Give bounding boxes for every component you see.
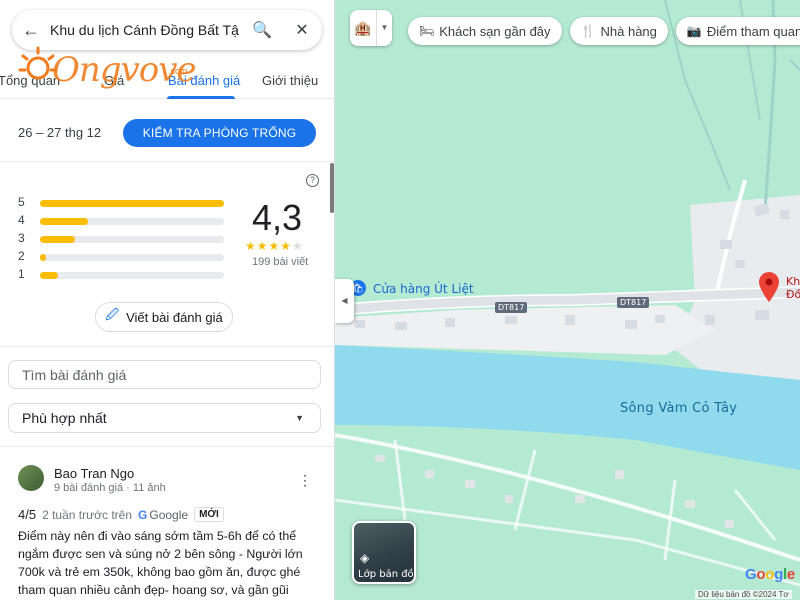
rating-bar-fill [40,200,224,207]
chip-label: Nhà hàng [600,23,657,39]
review-count[interactable]: 199 bài viết [252,256,308,268]
check-availability-button[interactable]: KIỂM TRA PHÒNG TRỐNG [123,119,316,147]
dropdown-arrow-icon: ▼ [295,413,304,423]
tab-about[interactable]: Giới thiệu [262,73,318,88]
rating-bar-label: 1 [18,267,25,281]
bed-icon: 🛏 [419,24,435,38]
write-review-label: Viết bài đánh giá [126,309,223,325]
review-rating-line: 4/5 2 tuần trước trên G Google MỚI [18,507,224,522]
rating-bar-4[interactable]: 4 [18,213,228,227]
category-chips: 🛏 Khách sạn gần đây 🍴 Nhà hàng 📷 Điểm th… [408,17,800,45]
search-icon[interactable]: 🔍 [242,20,282,40]
divider [0,446,334,447]
rating-bar-fill [40,254,46,261]
star-rating-icon: ★★★★★ [245,239,304,253]
road-badge: DT817 [617,297,650,308]
write-review-button[interactable]: 🖉 Viết bài đánh giá [95,302,233,332]
rating-bar-label: 3 [18,231,25,245]
hotel-icon[interactable]: 🏨 [350,20,376,37]
google-g-icon: G [138,507,148,522]
chip-label: Điểm tham quan [706,23,800,39]
reviewer-name[interactable]: Bao Tran Ngo [54,466,134,481]
rating-bar-3[interactable]: 3 [18,231,228,245]
rating-bar-fill [40,236,75,243]
place-label[interactable]: Kh Đồ [786,275,800,301]
review-time: 2 tuần trước trên [42,507,133,522]
reviewer-meta: 9 bài đánh giá · 11 ảnh [54,482,166,494]
sort-selected-value: Phù hợp nhất [22,410,107,426]
scrollbar[interactable] [330,163,334,213]
rating-bar-label: 2 [18,249,25,263]
review-score: 4/5 [18,507,37,522]
rating-bar-2[interactable]: 2 [18,249,228,263]
chip-attractions[interactable]: 📷 Điểm tham quan [675,17,800,45]
layers-label: Lớp bản đồ [358,569,414,580]
stay-dates[interactable]: 26 – 27 thg 12 [18,125,101,140]
new-badge: MỚI [194,507,224,522]
map-attribution[interactable]: Dữ liệu bản đồ ©2024 Tơ [695,590,792,599]
watermark-domain: .com [168,66,188,76]
restaurant-icon: 🍴 [580,24,596,38]
close-icon[interactable]: ✕ [282,20,322,40]
rating-bar-fill [40,218,88,225]
review-text: Điểm này nên đi vào sáng sớm tầm 5-6h để… [18,529,303,597]
collapse-panel-button[interactable]: ◀ [335,279,354,323]
place-panel: ← Khu du lịch Cánh Đồng Bất Tậ 🔍 ✕ Tổng … [0,0,335,600]
road-badge: DT817 [495,302,528,313]
rating-bar-5[interactable]: 5 [18,195,228,209]
back-arrow-icon[interactable]: ← [12,20,50,41]
river-label: Sông Vàm Cỏ Tây [620,401,738,416]
help-icon[interactable]: ? [306,174,319,187]
camera-icon: 📷 [686,24,702,38]
divider [0,346,334,347]
active-tab-indicator [167,96,235,99]
google-logo: Google [745,566,795,583]
chip-restaurants[interactable]: 🍴 Nhà hàng [569,17,668,45]
place-marker-icon[interactable] [759,272,779,307]
review-source: Google [149,507,189,522]
search-reviews-input[interactable] [8,360,321,389]
chip-label: Khách sạn gần đây [439,23,551,39]
map-layers-button[interactable]: ◈ Lớp bản đồ [352,521,416,584]
avatar[interactable] [18,465,44,491]
rating-bar-1[interactable]: 1 [18,267,228,281]
chevron-down-icon[interactable]: ▼ [376,10,392,46]
average-rating: 4,3 [252,197,303,238]
rating-bar-label: 5 [18,195,25,209]
hotel-filter-toggle[interactable]: 🏨 ▼ [350,10,392,46]
sort-reviews-select[interactable]: Phù hợp nhất ▼ [8,403,321,433]
edit-review-icon: 🖉 [105,307,120,322]
map-canvas[interactable] [335,0,800,600]
shop-label[interactable]: Cửa hàng Út Liệt [373,282,474,296]
map-view[interactable]: 🛍 Cửa hàng Út Liệt DT817 DT817 Kh Đồ Sôn… [335,0,800,600]
rating-bar-label: 4 [18,213,25,227]
rating-bar-fill [40,272,59,279]
more-options-icon[interactable]: ⋮ [298,472,312,489]
watermark-logo: Ongvove .com [18,40,218,96]
search-input[interactable]: Khu du lịch Cánh Đồng Bất Tậ [50,22,242,38]
layers-icon: ◈ [360,551,370,565]
chip-hotels[interactable]: 🛏 Khách sạn gần đây [408,17,562,45]
